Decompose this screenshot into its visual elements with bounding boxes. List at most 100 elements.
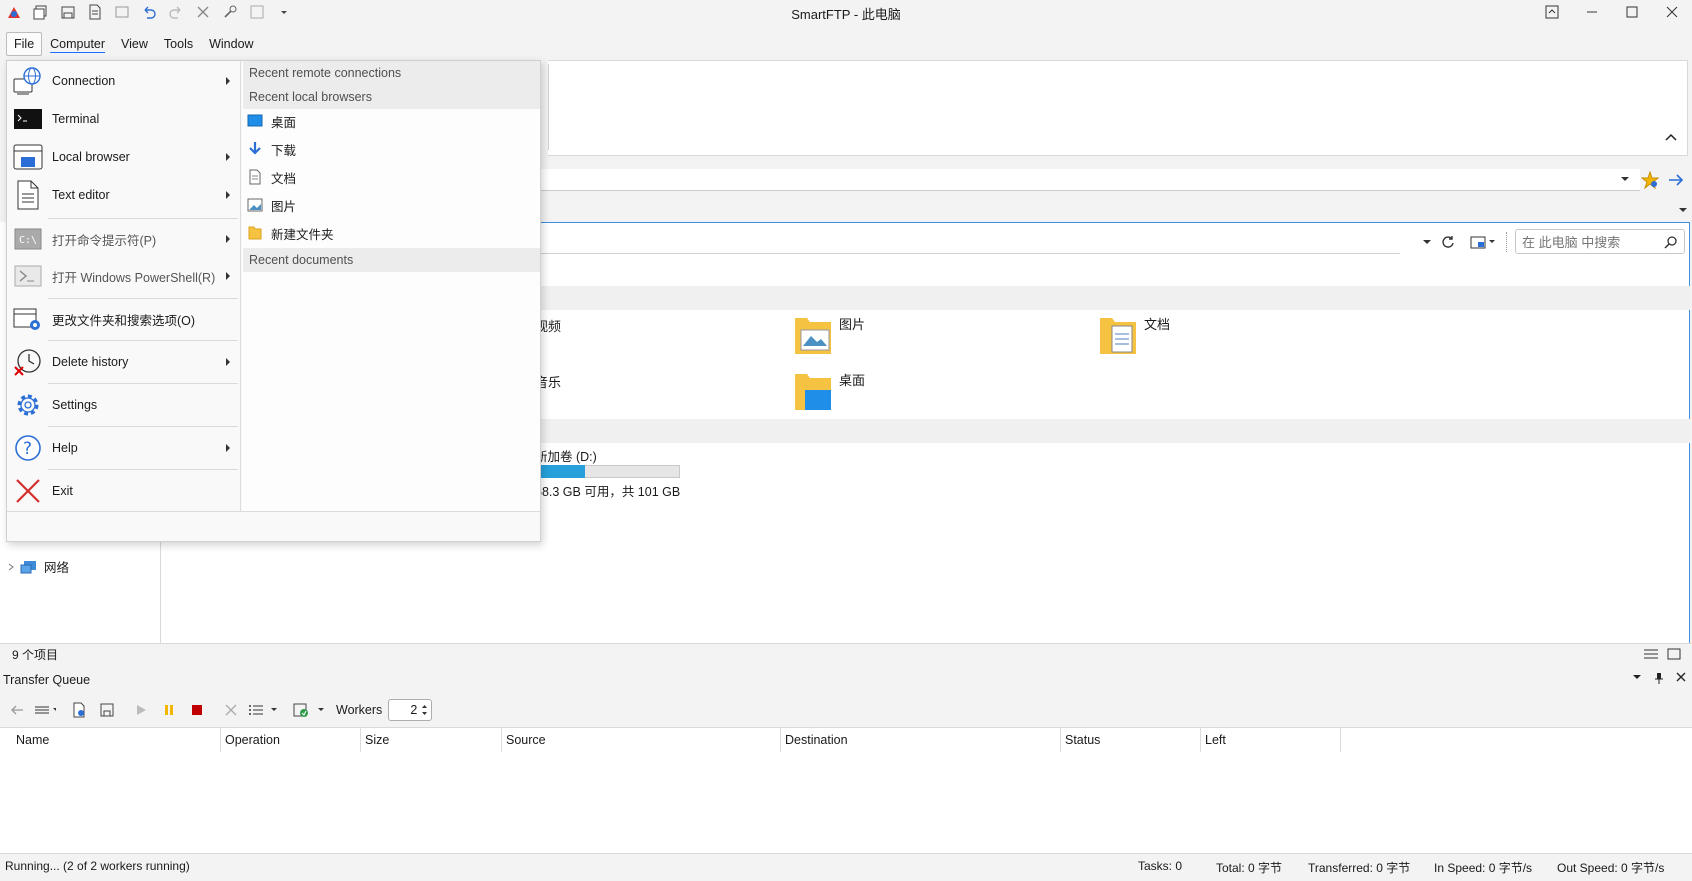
menu-item-settings[interactable]: Settings (8, 388, 240, 422)
recent-local-item-new-folder[interactable]: 新建文件夹 (247, 220, 334, 246)
tree-label: 网络 (44, 561, 70, 575)
menu-tools[interactable]: Tools (156, 33, 201, 55)
folder-options-button-icon[interactable] (1470, 234, 1498, 250)
queue-menu-icon[interactable] (34, 699, 56, 721)
large-icons-view-icon[interactable] (1667, 647, 1681, 661)
drive-usage-fill (540, 465, 585, 478)
desktop-icon (247, 114, 263, 128)
restore-ribbon-icon[interactable] (1532, 0, 1572, 24)
expand-chevron-icon[interactable] (8, 563, 14, 571)
refresh-icon[interactable] (1441, 235, 1455, 249)
menu-item-label: 更改文件夹和搜索选项(O) (52, 313, 196, 328)
tab-list-dropdown-icon[interactable] (1678, 206, 1688, 214)
workers-value: 2 (410, 703, 418, 717)
menu-item-exit[interactable]: Exit (8, 474, 240, 508)
panel-dropdown-icon[interactable] (1632, 672, 1642, 684)
column-header-destination[interactable]: Destination (781, 728, 1061, 752)
ribbon-panel (548, 60, 1688, 156)
menu-separator (48, 298, 238, 299)
start-icon[interactable] (130, 699, 152, 721)
menu-view[interactable]: View (113, 33, 156, 55)
collapse-ribbon-icon[interactable] (1664, 132, 1678, 142)
menu-item-terminal[interactable]: Terminal (8, 102, 240, 136)
column-header-left[interactable]: Left (1201, 728, 1341, 752)
tree-item-network[interactable]: 网络 (8, 557, 69, 576)
column-header-size[interactable]: Size (361, 728, 502, 752)
recent-local-item-documents[interactable]: 文档 (247, 164, 296, 190)
folder-item-pictures[interactable]: 图片 (793, 314, 865, 356)
pictures-icon (247, 198, 263, 212)
recent-local-item-downloads[interactable]: 下载 (247, 136, 296, 162)
window-title: SmartFTP - 此电脑 (791, 7, 901, 22)
menu-item-label: Settings (52, 398, 98, 412)
menu-item-connection[interactable]: Connection (8, 64, 240, 98)
path-bar[interactable] (540, 230, 1400, 254)
submenu-arrow-icon (226, 358, 230, 366)
transfer-queue-title: Transfer Queue (3, 673, 91, 687)
back-arrow-icon[interactable] (6, 699, 28, 721)
recent-item-label: 下载 (271, 143, 297, 158)
transfer-queue-toolbar: Workers 2 (6, 697, 433, 723)
queue-order-icon[interactable] (248, 699, 280, 721)
recent-local-item-pictures[interactable]: 图片 (247, 192, 296, 218)
menu-item-open-powershell[interactable]: 打开 Windows PowerShell(R) (8, 259, 240, 293)
menu-item-open-cmd[interactable]: C:\ 打开命令提示符(P) (8, 222, 240, 256)
submenu-arrow-icon (226, 444, 230, 452)
workers-stepper[interactable]: 2 (388, 699, 433, 721)
details-view-icon[interactable] (1643, 648, 1659, 660)
ribbon-divider (548, 64, 549, 150)
stop-icon[interactable] (186, 699, 208, 721)
browser-status-bar: 9 个项目 (0, 643, 1692, 665)
path-dropdown-icon[interactable] (1422, 238, 1432, 246)
load-queue-icon[interactable] (68, 699, 90, 721)
address-row[interactable] (540, 169, 1640, 191)
recent-item-label: 桌面 (271, 115, 297, 130)
menu-item-local-browser[interactable]: Local browser (8, 140, 240, 174)
pause-icon[interactable] (158, 699, 180, 721)
folder-label: 图片 (839, 317, 866, 332)
menu-window[interactable]: Window (201, 33, 261, 55)
maximize-icon[interactable] (1612, 0, 1652, 24)
menu-item-text-editor[interactable]: Text editor (8, 178, 240, 212)
address-dropdown-icon[interactable] (1620, 175, 1630, 183)
column-header-operation[interactable]: Operation (221, 728, 361, 752)
network-icon (20, 559, 38, 575)
column-header-name[interactable]: Name (0, 728, 221, 752)
minimize-icon[interactable] (1572, 0, 1612, 24)
recent-local-item-desktop[interactable]: 桌面 (247, 108, 296, 134)
menu-item-label: Help (52, 441, 78, 455)
submenu-arrow-icon (226, 191, 230, 199)
menu-item-delete-history[interactable]: Delete history (8, 345, 240, 379)
favorite-star-icon[interactable] (1641, 171, 1659, 189)
terminal-icon (10, 103, 46, 135)
out-speed: Out Speed: 0 字节/s (1557, 861, 1665, 875)
menu-separator (48, 469, 238, 470)
drive-d-label[interactable]: 新加卷 (D:) (535, 446, 597, 465)
documents-icon (247, 169, 263, 185)
transfer-queue-headers: Name Operation Size Source Destination S… (0, 728, 1341, 752)
folder-item-documents[interactable]: 文档 (1098, 314, 1170, 356)
menu-computer[interactable]: Computer (42, 33, 113, 55)
go-arrow-icon[interactable] (1668, 172, 1684, 188)
close-icon[interactable] (1652, 0, 1692, 24)
menu-item-label: Local browser (52, 150, 130, 164)
remove-icon[interactable] (220, 699, 242, 721)
search-icon[interactable] (1664, 235, 1678, 249)
save-queue-icon[interactable] (96, 699, 118, 721)
search-placeholder: 在 此电脑 中搜索 (1522, 235, 1621, 250)
column-header-source[interactable]: Source (502, 728, 781, 752)
verify-icon[interactable] (292, 699, 328, 721)
submenu-arrow-icon (226, 77, 230, 85)
search-input[interactable]: 在 此电脑 中搜索 (1515, 229, 1685, 254)
menu-item-label: Connection (52, 74, 116, 88)
folder-item-desktop[interactable]: 桌面 (793, 370, 865, 412)
panel-close-icon[interactable] (1676, 672, 1686, 684)
recent-item-label: 文档 (271, 171, 297, 186)
toolbar-divider (1506, 232, 1507, 252)
menu-file[interactable]: File (6, 32, 43, 56)
in-speed: In Speed: 0 字节/s (1434, 861, 1533, 875)
pin-icon[interactable] (1654, 672, 1664, 684)
menu-item-help[interactable]: ? Help (8, 431, 240, 465)
menu-item-folder-options[interactable]: 更改文件夹和搜索选项(O) (8, 302, 240, 336)
column-header-status[interactable]: Status (1061, 728, 1201, 752)
